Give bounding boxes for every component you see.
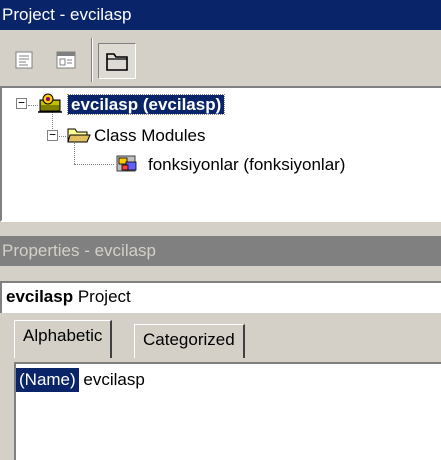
project-icon [38,93,62,113]
tree-connector [28,105,38,106]
tree-item-project[interactable]: evcilasp (evcilasp) [66,93,226,117]
project-tree[interactable]: − evcilasp (evcilasp) − Class Modules fo… [0,86,441,222]
tree-item-class-modules[interactable]: Class Modules [94,124,206,148]
object-type: Project [77,287,131,306]
toggle-folders-button[interactable] [98,43,136,79]
property-grid[interactable]: (Name) evcilasp [14,362,441,460]
project-window-title[interactable]: Project - evcilasp [0,0,441,30]
tree-item-fonksiyonlar[interactable]: fonksiyonlar (fonksiyonlar) [148,153,345,177]
property-row[interactable]: (Name) evcilasp [16,368,145,392]
tab-alphabetic[interactable]: Alphabetic [14,320,113,358]
tree-item-project-label: evcilasp (evcilasp) [66,94,226,115]
object-name: evcilasp [6,287,74,306]
view-object-icon [56,51,76,69]
root-expander[interactable]: − [16,97,27,109]
tree-connector [74,164,114,165]
properties-window-title[interactable]: Properties - evcilasp [0,236,441,266]
folder-open-icon [67,128,91,143]
view-code-icon [15,51,33,69]
tab-categorized-label: Categorized [143,330,235,349]
tab-categorized[interactable]: Categorized [134,324,245,358]
folder-icon [106,53,128,71]
view-object-button[interactable] [50,44,82,76]
project-toolbar [0,30,441,86]
toolbar-separator [91,38,93,82]
view-code-button[interactable] [8,44,40,76]
folder-expander[interactable]: − [47,129,58,141]
object-combo[interactable]: evcilasp Project [0,281,441,313]
property-value: evcilasp [83,370,145,389]
tab-alphabetic-label: Alphabetic [23,326,103,345]
class-module-icon [116,155,137,172]
property-name: (Name) [16,368,79,392]
